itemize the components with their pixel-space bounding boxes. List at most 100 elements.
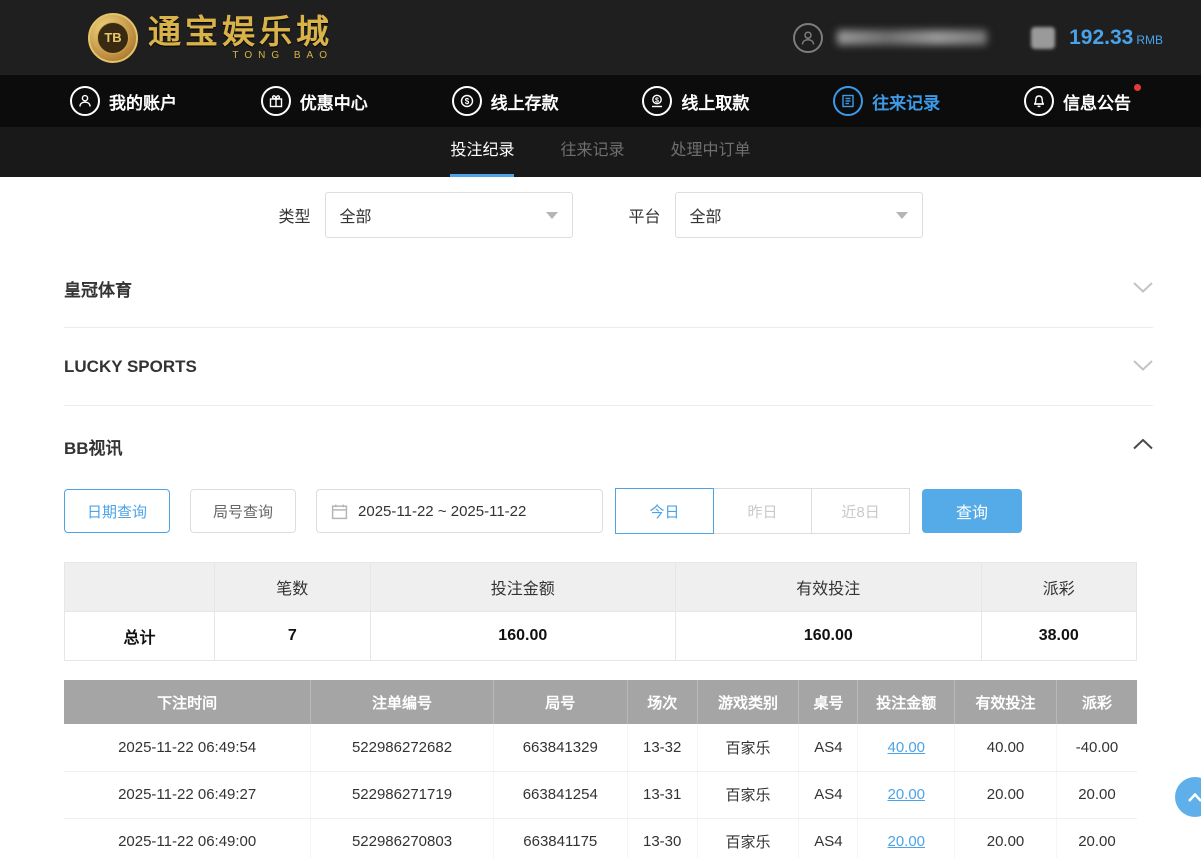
- col-bet-time: 下注时间: [64, 680, 311, 724]
- nav-item-transactions[interactable]: 往来记录: [833, 86, 940, 116]
- section-crown-sports[interactable]: 皇冠体育: [64, 250, 1153, 328]
- table-row: 2025-11-22 06:49:27 522986271719 6638412…: [64, 771, 1137, 818]
- query-bar: 日期查询 局号查询 2025-11-22 ~ 2025-11-22 今日 昨日 …: [64, 488, 1137, 534]
- logo-subtitle: TONG BAO: [232, 50, 333, 61]
- table-row: 2025-11-22 06:49:54 522986272682 6638413…: [64, 724, 1137, 771]
- summary-bet-amount-value: 160.00: [370, 612, 676, 661]
- chevron-up-icon[interactable]: [1133, 437, 1153, 455]
- username-blurred: [837, 30, 987, 45]
- scroll-to-top-button[interactable]: [1175, 777, 1201, 817]
- cell-game-type: 百家乐: [697, 818, 799, 858]
- tab-bet-records[interactable]: 投注纪录: [450, 127, 514, 177]
- notification-dot: [1134, 84, 1141, 91]
- table-row: 2025-11-22 06:49:00 522986270803 6638411…: [64, 818, 1137, 858]
- cell-payout: 20.00: [1056, 818, 1137, 858]
- cell-bet-id: 522986271719: [311, 771, 493, 818]
- cell-table: AS4: [799, 771, 858, 818]
- col-table: 桌号: [799, 680, 858, 724]
- platform-filter-select[interactable]: 全部: [675, 192, 923, 238]
- deposit-icon: $: [452, 86, 482, 116]
- yesterday-button[interactable]: 昨日: [713, 488, 812, 534]
- cell-session: 13-32: [627, 724, 697, 771]
- nav-item-label: 往来记录: [872, 89, 940, 114]
- cell-bet-time: 2025-11-22 06:49:00: [64, 818, 311, 858]
- sub-nav: 投注纪录 往来记录 处理中订单: [0, 127, 1201, 177]
- nav-item-promotions[interactable]: 优惠中心: [261, 86, 368, 116]
- svg-text:$: $: [464, 97, 469, 106]
- quick-date-group: 今日 昨日 近8日: [615, 488, 910, 534]
- date-query-button[interactable]: 日期查询: [64, 489, 170, 533]
- cell-session: 13-30: [627, 818, 697, 858]
- svg-text:$: $: [655, 97, 659, 104]
- tab-transaction-records[interactable]: 往来记录: [560, 127, 624, 177]
- chevron-down-icon[interactable]: [1133, 358, 1153, 376]
- col-payout: 派彩: [1056, 680, 1137, 724]
- nav-item-announcements[interactable]: 信息公告: [1024, 86, 1131, 116]
- user-avatar-icon[interactable]: [793, 23, 823, 53]
- today-button[interactable]: 今日: [615, 488, 714, 534]
- cell-game-type: 百家乐: [697, 771, 799, 818]
- chevron-down-icon: [896, 212, 908, 219]
- cell-payout: -40.00: [1056, 724, 1137, 771]
- cell-game-type: 百家乐: [697, 724, 799, 771]
- type-filter-value: 全部: [340, 203, 372, 227]
- filter-row: 类型 全部 平台 全部: [0, 192, 1201, 238]
- nav-item-label: 优惠中心: [300, 89, 368, 114]
- chevron-down-icon: [546, 212, 558, 219]
- summary-valid-bet-value: 160.00: [676, 612, 982, 661]
- cell-table: AS4: [799, 724, 858, 771]
- cell-valid-bet: 20.00: [955, 771, 1057, 818]
- summary-header-empty: [65, 563, 215, 612]
- nav-item-label: 我的账户: [109, 89, 177, 114]
- balance-amount: 192.33RMB: [1069, 26, 1163, 50]
- records-icon: [833, 86, 863, 116]
- last-8-days-button[interactable]: 近8日: [811, 488, 910, 534]
- platform-filter-value: 全部: [690, 203, 722, 227]
- type-filter-label: 类型: [278, 203, 310, 227]
- summary-total-row: 总计 7 160.00 160.00 38.00: [65, 612, 1137, 661]
- platform-filter-label: 平台: [629, 203, 661, 227]
- calendar-icon: [331, 503, 348, 520]
- tab-pending-orders[interactable]: 处理中订单: [671, 127, 751, 177]
- nav-item-label: 线上取款: [681, 89, 749, 114]
- round-query-button[interactable]: 局号查询: [190, 489, 296, 533]
- chevron-up-icon: [1188, 793, 1201, 802]
- summary-count-value: 7: [215, 612, 370, 661]
- section-lucky-sports[interactable]: LUCKY SPORTS: [64, 328, 1153, 406]
- logo-coin-icon: TB: [88, 13, 138, 63]
- section-bb-casino[interactable]: BB视讯: [64, 406, 1153, 486]
- summary-header-bet-amount: 投注金额: [370, 563, 676, 612]
- cell-bet-time: 2025-11-22 06:49:54: [64, 724, 311, 771]
- nav-item-label: 线上存款: [491, 89, 559, 114]
- cell-round: 663841254: [493, 771, 627, 818]
- bell-icon: [1024, 86, 1054, 116]
- wallet-icon[interactable]: [1031, 27, 1055, 49]
- bet-amount-link[interactable]: 20.00: [887, 833, 925, 850]
- chevron-down-icon[interactable]: [1133, 280, 1153, 298]
- bet-amount-link[interactable]: 20.00: [887, 786, 925, 803]
- col-session: 场次: [627, 680, 697, 724]
- top-header: TB 通宝娱乐城 TONG BAO 192.33RMB: [0, 0, 1201, 75]
- user-icon: [70, 86, 100, 116]
- type-filter-select[interactable]: 全部: [325, 192, 573, 238]
- nav-item-my-account[interactable]: 我的账户: [70, 86, 177, 116]
- col-game-type: 游戏类别: [697, 680, 799, 724]
- summary-header-valid-bet: 有效投注: [676, 563, 982, 612]
- nav-item-deposit[interactable]: $ 线上存款: [452, 86, 559, 116]
- section-title: BB视讯: [64, 434, 123, 459]
- nav-item-withdraw[interactable]: $ 线上取款: [642, 86, 749, 116]
- search-button[interactable]: 查询: [922, 489, 1022, 533]
- site-logo[interactable]: TB 通宝娱乐城 TONG BAO: [88, 13, 333, 63]
- cell-valid-bet: 20.00: [955, 818, 1057, 858]
- gift-icon: [261, 86, 291, 116]
- date-range-value: 2025-11-22 ~ 2025-11-22: [358, 503, 526, 520]
- date-range-picker[interactable]: 2025-11-22 ~ 2025-11-22: [316, 489, 603, 533]
- section-title: 皇冠体育: [64, 276, 132, 301]
- main-nav: 我的账户 优惠中心 $ 线上存款 $ 线上取款 往来记录 信息公告: [0, 75, 1201, 127]
- nav-item-label: 信息公告: [1063, 89, 1131, 114]
- section-title: LUCKY SPORTS: [64, 357, 197, 377]
- bet-amount-link[interactable]: 40.00: [887, 739, 925, 756]
- cell-round: 663841175: [493, 818, 627, 858]
- logo-coin-badge: TB: [97, 22, 129, 54]
- cell-valid-bet: 40.00: [955, 724, 1057, 771]
